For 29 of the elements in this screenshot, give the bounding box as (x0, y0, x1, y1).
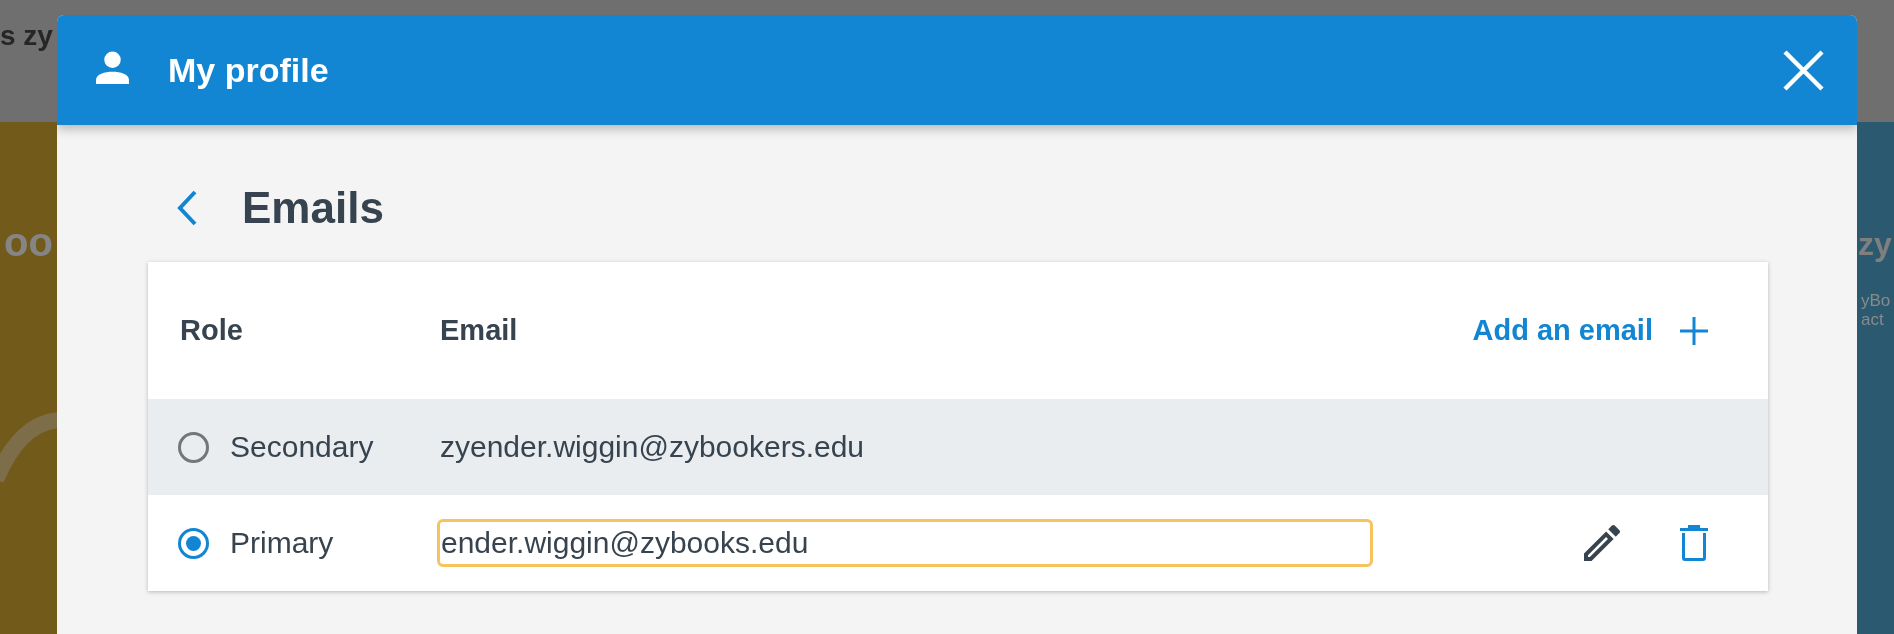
column-header: Role (180, 314, 244, 347)
role-label: Secondary (230, 430, 374, 464)
pencil-icon (1584, 525, 1620, 561)
card-text: yBo (1861, 292, 1891, 311)
ring-drawing (0, 412, 57, 482)
card-title: oo (4, 222, 53, 262)
person-icon (96, 50, 129, 84)
header-text: s zy (0, 22, 53, 50)
add-email-button[interactable]: Add an email (1472, 314, 1708, 347)
chevron-left-icon (176, 190, 198, 226)
card-title: zy (1858, 228, 1892, 260)
email-address: zyender.wiggin@zybookers.edu (440, 430, 865, 464)
dialog-title: My profile (168, 50, 329, 90)
back-button[interactable] (176, 190, 198, 226)
email-input[interactable]: ender.wiggin@zybooks.edu (437, 519, 1373, 567)
edit-button[interactable] (1584, 525, 1620, 561)
close-button[interactable] (1783, 49, 1824, 91)
delete-button[interactable] (1680, 525, 1708, 561)
column-header: Email (440, 314, 518, 347)
card-text: act (1861, 310, 1884, 330)
plus-icon (1680, 316, 1708, 345)
trash-icon (1680, 525, 1708, 561)
radio-button[interactable] (178, 431, 209, 463)
role-label: Primary (230, 526, 334, 560)
page-title: Emails (242, 183, 384, 233)
radio-button[interactable] (178, 527, 209, 559)
close-icon (1783, 49, 1824, 91)
email-row[interactable]: Secondary zyender.wiggin@zybookers.edu (148, 399, 1768, 495)
email-row[interactable]: Primary ender.wiggin@zybooks.edu (148, 495, 1768, 591)
